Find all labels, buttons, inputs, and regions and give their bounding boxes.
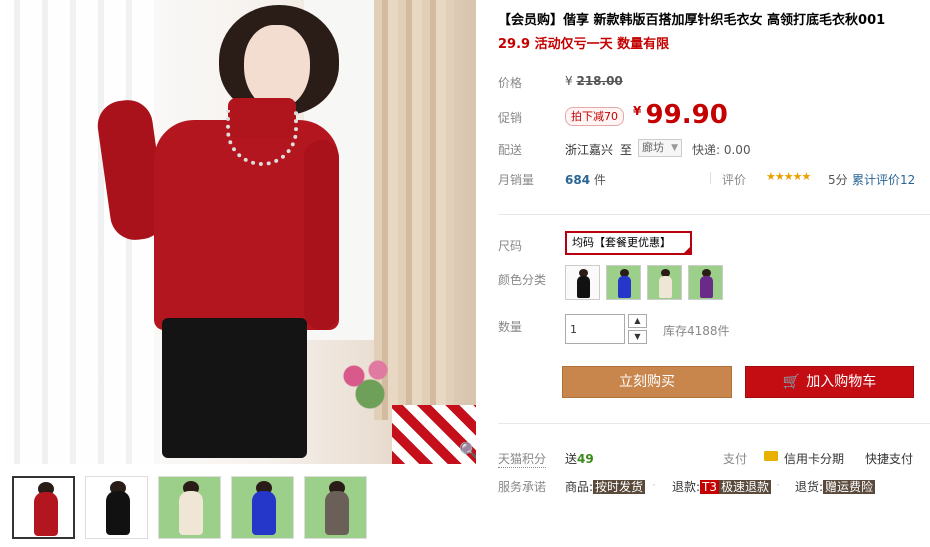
add-to-cart-label: 加入购物车	[806, 374, 877, 390]
color-swatch-purple[interactable]	[688, 265, 723, 300]
monthly-sales-unit: 件	[593, 173, 606, 187]
section-divider	[498, 214, 930, 215]
thumbnail-figure	[179, 491, 203, 535]
swatch-figure	[659, 276, 672, 298]
promo-price: ¥ 99.90	[633, 100, 728, 130]
color-label: 颜色分类	[498, 273, 547, 287]
discount-badge: 拍下减70	[565, 107, 624, 126]
chevron-down-icon: ▼	[671, 143, 678, 153]
model-skirt	[162, 318, 307, 458]
selected-check-icon	[682, 245, 692, 255]
size-option-selected[interactable]: 均码【套餐更优惠】	[565, 231, 692, 255]
service-return: 退货: 赠运费险	[795, 478, 876, 495]
destination-value: 廊坊	[642, 141, 664, 154]
cart-icon: 🛒	[782, 374, 801, 390]
quantity-label: 数量	[498, 320, 523, 334]
product-title: 【会员购】偕享 新款韩版百搭加厚针织毛衣女 高领打底毛衣秋001	[498, 13, 886, 28]
divider	[710, 172, 711, 184]
currency-symbol: ¥	[565, 74, 573, 88]
promo-price-value: 99.90	[645, 100, 728, 130]
thumbnail-red[interactable]	[12, 476, 75, 539]
destination-select[interactable]: 廊坊 ▼	[638, 139, 682, 157]
promo-label: 促销	[498, 111, 523, 125]
price-label: 价格	[498, 76, 523, 90]
service-refund-badge: T3	[700, 480, 720, 494]
payment-label: 支付	[723, 452, 748, 466]
swatch-figure	[577, 276, 590, 298]
currency-symbol: ¥	[633, 104, 642, 118]
service-refund-prefix: 退款:	[672, 480, 701, 494]
thumbnail-black[interactable]	[85, 476, 148, 539]
swatch-figure	[618, 276, 631, 298]
service-promise-label: 服务承诺	[498, 480, 547, 494]
rating-score: 5分	[828, 173, 848, 187]
express-fee: 快递: 0.00	[692, 143, 751, 157]
separator-dot: ·	[776, 478, 780, 492]
service-refund-tag[interactable]: 极速退款	[719, 480, 772, 494]
main-product-image[interactable]: 🔍	[4, 0, 476, 464]
service-refund: 退款: T3 极速退款	[672, 478, 772, 495]
thumbnail-figure	[106, 491, 130, 535]
model-arm	[304, 140, 339, 330]
monthly-sales-count: 684	[565, 173, 591, 187]
stock-count: 库存4188件	[663, 324, 730, 338]
original-price-value: 218.00	[576, 74, 623, 88]
service-goods-tag[interactable]: 按时发货	[593, 480, 646, 494]
model-face	[244, 25, 310, 109]
payment-installment[interactable]: 信用卡分期	[784, 450, 844, 467]
credit-card-icon	[764, 451, 778, 461]
thumbnail-figure	[252, 491, 276, 535]
thumbnail-grey[interactable]	[304, 476, 367, 539]
product-subtitle: 29.9 活动仅亏一天 数量有限	[498, 37, 670, 52]
color-swatch-black[interactable]	[565, 265, 600, 300]
service-goods: 商品: 按时发货	[565, 478, 646, 495]
tmall-points-value: 送49	[565, 450, 594, 467]
quantity-increment-button[interactable]: ▲	[628, 314, 647, 328]
tmall-points-label[interactable]: 天猫积分	[498, 450, 547, 468]
size-label: 尺码	[498, 239, 523, 253]
buy-now-button[interactable]: 立刻购买	[562, 366, 732, 398]
service-return-prefix: 退货:	[795, 480, 824, 494]
thumbnail-cream[interactable]	[158, 476, 221, 539]
thumbnail-blue[interactable]	[231, 476, 294, 539]
monthly-sales-label: 月销量	[498, 173, 535, 187]
color-swatch-blue[interactable]	[606, 265, 641, 300]
size-option-text: 均码【套餐更优惠】	[572, 236, 671, 249]
ship-from: 浙江嘉兴	[565, 143, 614, 157]
ship-to-word: 至	[620, 143, 633, 157]
thumbnail-figure	[325, 491, 349, 535]
swatch-figure	[700, 276, 713, 298]
quantity-decrement-button[interactable]: ▼	[628, 330, 647, 344]
points-number: 49	[577, 452, 594, 466]
shipping-label: 配送	[498, 143, 523, 157]
service-return-tag[interactable]: 赠运费险	[823, 480, 876, 494]
thumbnail-strip	[12, 476, 367, 539]
star-rating-icon: ★★★★★	[766, 170, 811, 183]
rating-label: 评价	[722, 173, 747, 187]
section-divider	[498, 423, 930, 424]
color-swatches	[565, 265, 723, 300]
review-count-link[interactable]: 累计评价12	[852, 171, 915, 188]
points-prefix: 送	[565, 452, 578, 466]
flower-decoration	[330, 352, 410, 412]
monthly-sales: 684 件	[565, 171, 606, 188]
service-goods-prefix: 商品:	[565, 480, 594, 494]
magnifier-icon[interactable]: 🔍	[459, 442, 476, 460]
original-price: ¥ 218.00	[565, 74, 623, 88]
thumbnail-figure	[34, 492, 58, 536]
payment-quick[interactable]: 快捷支付	[865, 450, 913, 467]
quantity-input[interactable]	[565, 314, 625, 344]
color-swatch-cream[interactable]	[647, 265, 682, 300]
add-to-cart-button[interactable]: 🛒 加入购物车	[745, 366, 914, 398]
separator-dot: ·	[652, 478, 656, 492]
